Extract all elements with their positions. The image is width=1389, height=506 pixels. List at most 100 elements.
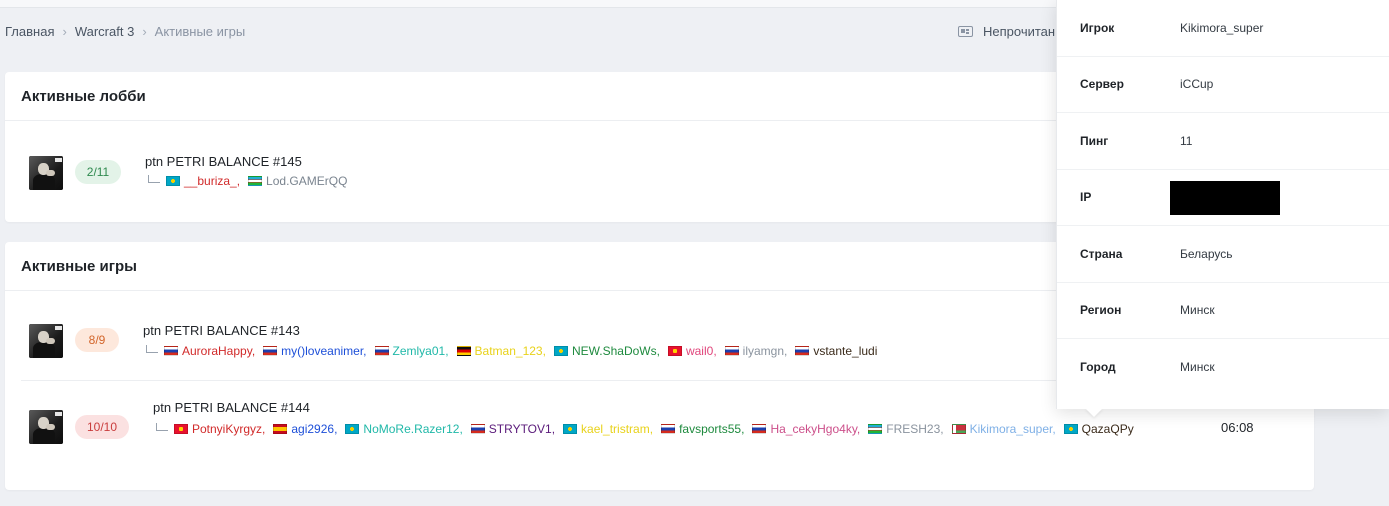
player-entry[interactable]: STRYTOV1,	[470, 419, 556, 439]
player-entry[interactable]: QazaQPy	[1063, 419, 1134, 439]
player-name: agi2926,	[291, 422, 338, 436]
player-entry[interactable]: PotnyiKyrgyz,	[174, 419, 265, 439]
kz-flag-icon	[563, 424, 578, 434]
popover-value: 11	[1180, 133, 1193, 148]
es-flag-icon	[273, 424, 288, 434]
popover-value: iCCup	[1180, 77, 1214, 92]
slots-badge: 8/9	[75, 328, 119, 352]
slots-badge: 2/11	[75, 160, 121, 184]
breadcrumb-warcraft3[interactable]: Warcraft 3	[75, 24, 134, 39]
tree-branch-icon	[156, 423, 168, 431]
newspaper-icon	[958, 26, 973, 37]
popover-row-city: Город Минск	[1057, 339, 1389, 396]
player-entry[interactable]: ilyamgn,	[724, 341, 788, 361]
player-name: my()loveanimer,	[281, 344, 367, 358]
popover-label: IP	[1080, 190, 1092, 205]
popover-row-server: Сервер iCCup	[1057, 57, 1389, 113]
popover-label: Страна	[1080, 246, 1123, 261]
popover-arrow	[1085, 408, 1103, 417]
player-entry[interactable]: Lod.GAMErQQ	[248, 171, 347, 191]
player-name: __buriza_,	[184, 174, 241, 188]
ru-flag-icon	[752, 424, 767, 434]
player-name: ilyamgn,	[742, 344, 788, 358]
game-title[interactable]: ptn PETRI BALANCE #145	[145, 154, 302, 169]
player-entry[interactable]: NEW.ShaDoWs,	[553, 341, 660, 361]
player-name: QazaQPy	[1081, 422, 1134, 436]
player-name: FRESH23,	[886, 422, 944, 436]
kz-flag-icon	[345, 424, 360, 434]
ru-flag-icon	[661, 424, 676, 434]
kg-flag-icon	[667, 346, 682, 356]
ru-flag-icon	[164, 346, 178, 356]
uz-flag-icon	[248, 176, 263, 186]
player-name: Kikimora_super,	[969, 422, 1056, 436]
player-entry[interactable]: my()loveanimer,	[263, 341, 367, 361]
popover-value: Kikimora_super	[1180, 20, 1264, 35]
player-name: Lod.GAMErQQ	[266, 174, 348, 188]
ru-flag-icon	[724, 346, 739, 356]
ru-flag-icon	[795, 346, 810, 356]
player-entry[interactable]: Ha_cekyHgo4ky,	[752, 419, 860, 439]
popover-label: Сервер	[1080, 77, 1124, 92]
player-name: NEW.ShaDoWs,	[571, 344, 660, 358]
popover-row-region: Регион Минск	[1057, 283, 1389, 339]
player-entry[interactable]: Batman_123,	[456, 341, 546, 361]
player-info-popover: Игрок Kikimora_super Сервер iCCup Пинг 1…	[1056, 0, 1389, 409]
player-name: STRYTOV1,	[488, 422, 556, 436]
game-title[interactable]: ptn PETRI BALANCE #144	[153, 400, 310, 415]
host-avatar	[29, 410, 63, 444]
popover-row-country: Страна Беларусь	[1057, 226, 1389, 283]
player-name: NoMoRe.Razer12,	[363, 422, 463, 436]
ru-flag-icon	[374, 346, 389, 356]
breadcrumb: Главная › Warcraft 3 › Активные игры	[5, 24, 245, 39]
player-entry[interactable]: wail0,	[667, 341, 717, 361]
tree-branch-icon	[146, 345, 158, 353]
popover-label: Регион	[1080, 303, 1122, 318]
player-entry[interactable]: Zemlya01,	[374, 341, 449, 361]
kz-flag-icon	[1063, 424, 1078, 434]
popover-row-ping: Пинг 11	[1057, 113, 1389, 170]
game-title[interactable]: ptn PETRI BALANCE #143	[143, 323, 300, 338]
player-name: wail0,	[685, 344, 717, 358]
host-avatar	[29, 324, 63, 358]
host-avatar	[29, 156, 63, 190]
kz-flag-icon	[553, 346, 568, 356]
player-name: vstante_ludi	[813, 344, 878, 358]
popover-value: Минск	[1180, 360, 1215, 375]
breadcrumb-current: Активные игры	[154, 24, 246, 39]
player-name: kael_tristram,	[581, 422, 654, 436]
player-entry[interactable]: NoMoRe.Razer12,	[345, 419, 463, 439]
ip-redaction-box	[1170, 180, 1280, 215]
popover-row-player: Игрок Kikimora_super	[1057, 0, 1389, 57]
game-duration: 06:08	[1221, 420, 1254, 435]
popover-label: Город	[1080, 360, 1116, 375]
kz-flag-icon	[166, 176, 180, 186]
de-flag-icon	[456, 346, 471, 356]
player-name: favsports55,	[679, 422, 745, 436]
breadcrumb-home[interactable]: Главная	[5, 24, 54, 39]
player-name: Zemlya01,	[392, 344, 449, 358]
player-entry[interactable]: FRESH23,	[868, 419, 944, 439]
unread-link[interactable]: Непрочитан	[958, 24, 1055, 39]
player-entry[interactable]: __buriza_,	[166, 171, 240, 191]
player-entry[interactable]: favsports55,	[661, 419, 744, 439]
player-entry[interactable]: kael_tristram,	[563, 419, 653, 439]
player-entry[interactable]: agi2926,	[273, 419, 337, 439]
popover-value: Минск	[1180, 303, 1215, 318]
uz-flag-icon	[868, 424, 883, 434]
chevron-right-icon: ›	[62, 24, 67, 39]
players-list: AuroraHappy, my()loveanimer, Zemlya01, Batm…	[146, 341, 885, 362]
popover-label: Пинг	[1080, 133, 1109, 148]
player-name: AuroraHappy,	[182, 344, 256, 358]
player-name: PotnyiKyrgyz,	[192, 422, 266, 436]
player-entry[interactable]: Kikimora_super,	[951, 419, 1056, 439]
kg-flag-icon	[174, 424, 188, 434]
player-entry[interactable]: vstante_ludi	[795, 341, 877, 361]
unread-label: Непрочитан	[983, 24, 1056, 39]
popover-row-ip: IP	[1057, 170, 1389, 226]
player-name: Batman_123,	[474, 344, 546, 358]
popover-label: Игрок	[1080, 20, 1115, 35]
by-flag-icon	[951, 424, 966, 434]
player-entry[interactable]: AuroraHappy,	[164, 341, 255, 361]
ru-flag-icon	[470, 424, 485, 434]
